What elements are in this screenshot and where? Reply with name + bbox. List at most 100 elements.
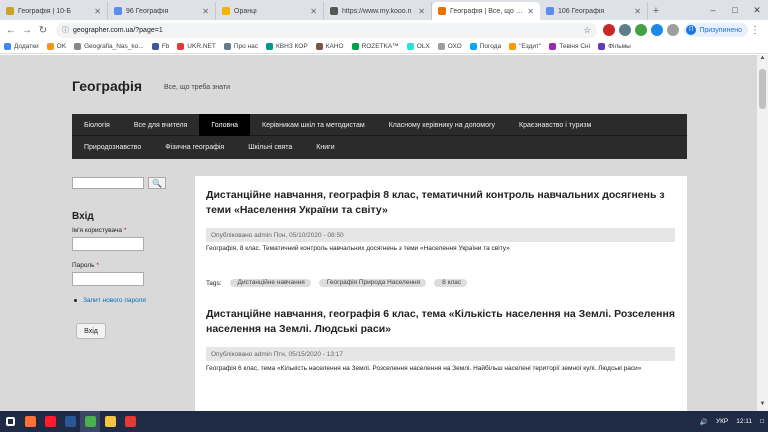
volume-icon[interactable]: 🔊: [700, 418, 708, 426]
bookmark-item[interactable]: OK: [46, 43, 66, 50]
article-title[interactable]: Дистанційне навчання, географія 6 клас, …: [206, 307, 676, 337]
browser-tab[interactable]: 96 Географія ✕: [108, 2, 216, 20]
menu-dots-icon[interactable]: ⋮: [748, 23, 762, 37]
close-tab-icon[interactable]: ✕: [202, 7, 209, 16]
bookmark-item[interactable]: OLX: [406, 43, 430, 50]
minimize-icon[interactable]: –: [702, 0, 724, 20]
menu-item[interactable]: Природознавство: [72, 136, 153, 158]
forgot-password-link[interactable]: Запит нового пароля: [74, 297, 146, 304]
menu-item[interactable]: Класному керівнику на допомогу: [377, 114, 507, 136]
extension-icon[interactable]: [619, 24, 632, 36]
bookmark-item[interactable]: Погода: [469, 43, 501, 50]
bookmark-item[interactable]: КВНЗ КОР: [266, 43, 308, 50]
favicon-icon: [330, 7, 338, 15]
browser-toolbar: ← → ↻ ⓘ geographer.com.ua/?page=1 ☆ П Пр…: [0, 20, 768, 40]
username-label: Ім'я користувача *: [72, 227, 127, 234]
tab-title: 106 Географія: [558, 7, 605, 15]
language-indicator[interactable]: УКР: [716, 418, 728, 425]
main-menu: Біологія Все для вчителя Головна Керівникам…: [72, 114, 687, 159]
browser-tab[interactable]: Географія | Все, що треба✕: [432, 2, 540, 20]
bookmark-item[interactable]: Про нас: [223, 43, 258, 50]
menu-item[interactable]: Фізична географія: [153, 136, 236, 158]
menu-item[interactable]: Краєзнавство і туризм: [507, 114, 603, 136]
site-slogan: Все, що треба знати: [164, 84, 231, 91]
page-viewport: Географія Все, що треба знати Біологія Вс…: [0, 55, 768, 411]
bookmark-item[interactable]: ОХО: [437, 43, 462, 50]
favicon-icon: [6, 7, 14, 15]
password-field[interactable]: [72, 272, 144, 286]
bookmark-favicon-icon: [406, 43, 414, 50]
taskbar-windows-start-icon[interactable]: [0, 411, 20, 432]
lock-icon: ⓘ: [62, 27, 69, 34]
bookmark-star-icon[interactable]: ☆: [583, 25, 591, 36]
bookmark-item[interactable]: UKR.NET: [177, 43, 216, 50]
bookmark-item[interactable]: Додатки: [4, 43, 39, 50]
close-window-icon[interactable]: ✕: [746, 0, 768, 20]
scroll-down-icon[interactable]: ▼: [757, 401, 768, 411]
extension-icon[interactable]: [651, 24, 664, 36]
site-name[interactable]: Географія: [72, 78, 142, 94]
tab-title: Оранці: [234, 7, 257, 15]
tab-title: Географія | Все, що треба: [450, 7, 524, 15]
clock[interactable]: 12:11: [736, 418, 752, 425]
menu-item[interactable]: Все для вчителя: [122, 114, 200, 136]
bookmark-item[interactable]: Fb: [151, 43, 169, 50]
bookmark-item[interactable]: КАНО: [315, 43, 344, 50]
taskbar: 🔊 УКР 12:11 □: [0, 411, 768, 432]
main-menu-row: Біологія Все для вчителя Головна Керівникам…: [72, 114, 687, 136]
close-tab-icon[interactable]: ✕: [94, 7, 101, 16]
login-button[interactable]: Вхід: [76, 323, 106, 339]
bookmark-item[interactable]: ROZETKA™: [351, 43, 399, 50]
username-field[interactable]: [72, 237, 144, 251]
bookmark-item[interactable]: "Ездит": [509, 43, 541, 50]
page-scrollbar[interactable]: ▲ ▼: [757, 55, 768, 411]
bookmark-item[interactable]: Geografia_Nas_ko...: [74, 43, 144, 50]
menu-item[interactable]: Біологія: [72, 114, 122, 136]
taskbar-explorer-icon[interactable]: [100, 411, 120, 432]
article-meta: Опубліковано admin Пон, 05/10/2020 - 08:…: [206, 228, 675, 242]
notifications-icon[interactable]: □: [760, 418, 764, 425]
tab-strip: Географія | 10-Б ✕ 96 Географія ✕ Оранці ✕ htt…: [0, 0, 768, 20]
extension-icon[interactable]: [603, 24, 616, 36]
search-input[interactable]: [72, 177, 144, 189]
extensions-puzzle-icon[interactable]: [667, 24, 680, 36]
menu-item[interactable]: Шкільні свята: [236, 136, 304, 158]
address-bar[interactable]: ⓘ geographer.com.ua/?page=1 ☆: [56, 22, 598, 38]
close-tab-icon[interactable]: ✕: [310, 7, 317, 16]
forward-icon[interactable]: →: [20, 23, 34, 37]
reload-icon[interactable]: ↻: [36, 23, 50, 37]
search-button[interactable]: 🔍: [148, 177, 166, 189]
browser-tab[interactable]: Географія | 10-Б ✕: [0, 2, 108, 20]
tag-link[interactable]: Дистанційне навчання: [229, 279, 311, 287]
browser-tab[interactable]: Оранці ✕: [216, 2, 324, 20]
bookmark-item[interactable]: Тевіня Сні: [549, 43, 590, 50]
bookmarks-bar: Додатки OK Geografia_Nas_ko... Fb UKR.NET Про…: [0, 40, 768, 54]
taskbar-firefox-icon[interactable]: [20, 411, 40, 432]
scroll-up-icon[interactable]: ▲: [757, 55, 768, 65]
address-url: geographer.com.ua/?page=1: [73, 26, 163, 34]
bookmark-item[interactable]: Фільмы: [598, 43, 631, 50]
close-tab-icon[interactable]: ✕: [527, 7, 534, 16]
taskbar-chrome-icon[interactable]: [80, 411, 100, 432]
article-title[interactable]: Дистанційне навчання, географія 8 клас, …: [206, 188, 676, 218]
menu-item[interactable]: Керівникам шкіл та методистам: [250, 114, 377, 136]
back-icon[interactable]: ←: [4, 23, 18, 37]
menu-item[interactable]: Головна: [199, 114, 250, 136]
window-controls: – □ ✕: [702, 0, 768, 20]
close-tab-icon[interactable]: ✕: [418, 7, 425, 16]
tag-link[interactable]: Географія Природа Населення: [318, 279, 427, 287]
avatar: П: [686, 25, 697, 35]
taskbar-word-icon[interactable]: [60, 411, 80, 432]
extension-icon[interactable]: [635, 24, 648, 36]
browser-tab[interactable]: 106 Географія ✕: [540, 2, 648, 20]
close-tab-icon[interactable]: ✕: [634, 7, 641, 16]
menu-item[interactable]: Книги: [304, 136, 346, 158]
maximize-icon[interactable]: □: [724, 0, 746, 20]
scrollbar-thumb[interactable]: [759, 69, 766, 109]
new-tab-button[interactable]: +: [648, 2, 664, 20]
browser-tab[interactable]: https://www.my.kooo.n ✕: [324, 2, 432, 20]
profile-button[interactable]: П Призупинено: [684, 23, 748, 37]
taskbar-opera-icon[interactable]: [40, 411, 60, 432]
taskbar-photos-icon[interactable]: [120, 411, 140, 432]
tag-link[interactable]: 8 клас: [434, 279, 468, 287]
